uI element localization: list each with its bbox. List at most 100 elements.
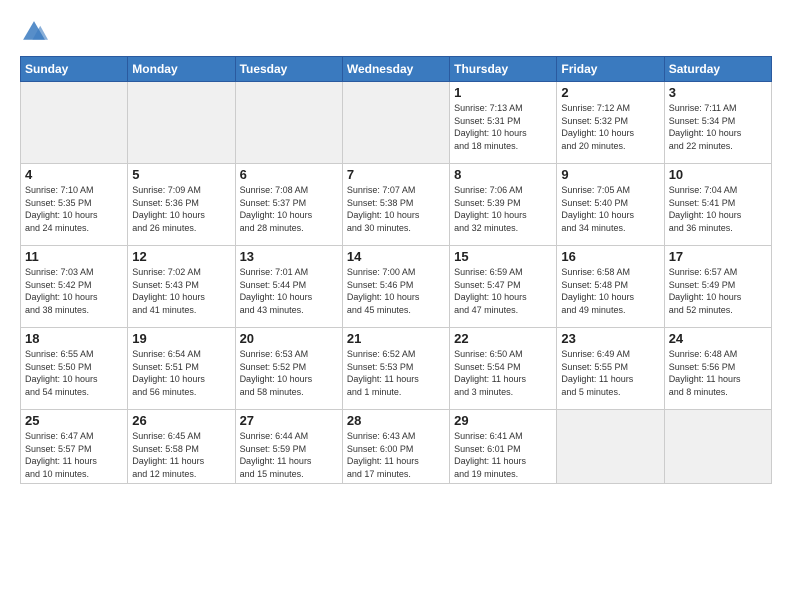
calendar-cell: 23 Sunrise: 6:49 AM Sunset: 5:55 PM Dayli… xyxy=(557,328,664,410)
day-info: Sunrise: 6:49 AM Sunset: 5:55 PM Dayligh… xyxy=(561,348,659,398)
col-header-friday: Friday xyxy=(557,57,664,82)
day-number: 23 xyxy=(561,331,659,346)
calendar-cell: 2 Sunrise: 7:12 AM Sunset: 5:32 PM Daylig… xyxy=(557,82,664,164)
header xyxy=(20,18,772,46)
calendar-row: 25 Sunrise: 6:47 AM Sunset: 5:57 PM Dayli… xyxy=(21,410,772,484)
day-number: 27 xyxy=(240,413,338,428)
day-number: 9 xyxy=(561,167,659,182)
day-info: Sunrise: 7:09 AM Sunset: 5:36 PM Dayligh… xyxy=(132,184,230,234)
day-number: 13 xyxy=(240,249,338,264)
day-info: Sunrise: 7:06 AM Sunset: 5:39 PM Dayligh… xyxy=(454,184,552,234)
calendar-table: SundayMondayTuesdayWednesdayThursdayFrid… xyxy=(20,56,772,484)
day-info: Sunrise: 6:43 AM Sunset: 6:00 PM Dayligh… xyxy=(347,430,445,480)
calendar-cell xyxy=(557,410,664,484)
day-number: 5 xyxy=(132,167,230,182)
calendar-cell: 3 Sunrise: 7:11 AM Sunset: 5:34 PM Daylig… xyxy=(664,82,771,164)
day-info: Sunrise: 7:08 AM Sunset: 5:37 PM Dayligh… xyxy=(240,184,338,234)
day-number: 15 xyxy=(454,249,552,264)
logo xyxy=(20,18,52,46)
calendar-cell xyxy=(342,82,449,164)
calendar-cell: 11 Sunrise: 7:03 AM Sunset: 5:42 PM Dayli… xyxy=(21,246,128,328)
calendar-cell: 8 Sunrise: 7:06 AM Sunset: 5:39 PM Daylig… xyxy=(450,164,557,246)
calendar-row: 1 Sunrise: 7:13 AM Sunset: 5:31 PM Daylig… xyxy=(21,82,772,164)
day-number: 8 xyxy=(454,167,552,182)
day-number: 2 xyxy=(561,85,659,100)
day-info: Sunrise: 6:55 AM Sunset: 5:50 PM Dayligh… xyxy=(25,348,123,398)
calendar-row: 4 Sunrise: 7:10 AM Sunset: 5:35 PM Daylig… xyxy=(21,164,772,246)
calendar-cell: 16 Sunrise: 6:58 AM Sunset: 5:48 PM Dayli… xyxy=(557,246,664,328)
day-number: 7 xyxy=(347,167,445,182)
day-info: Sunrise: 6:54 AM Sunset: 5:51 PM Dayligh… xyxy=(132,348,230,398)
calendar-row: 11 Sunrise: 7:03 AM Sunset: 5:42 PM Dayli… xyxy=(21,246,772,328)
calendar-cell xyxy=(128,82,235,164)
col-header-monday: Monday xyxy=(128,57,235,82)
day-info: Sunrise: 6:52 AM Sunset: 5:53 PM Dayligh… xyxy=(347,348,445,398)
day-info: Sunrise: 7:01 AM Sunset: 5:44 PM Dayligh… xyxy=(240,266,338,316)
calendar-cell: 25 Sunrise: 6:47 AM Sunset: 5:57 PM Dayli… xyxy=(21,410,128,484)
calendar-cell xyxy=(235,82,342,164)
col-header-tuesday: Tuesday xyxy=(235,57,342,82)
day-info: Sunrise: 7:13 AM Sunset: 5:31 PM Dayligh… xyxy=(454,102,552,152)
day-number: 3 xyxy=(669,85,767,100)
calendar-cell: 5 Sunrise: 7:09 AM Sunset: 5:36 PM Daylig… xyxy=(128,164,235,246)
day-info: Sunrise: 6:44 AM Sunset: 5:59 PM Dayligh… xyxy=(240,430,338,480)
day-info: Sunrise: 7:10 AM Sunset: 5:35 PM Dayligh… xyxy=(25,184,123,234)
day-number: 22 xyxy=(454,331,552,346)
col-header-thursday: Thursday xyxy=(450,57,557,82)
day-info: Sunrise: 7:00 AM Sunset: 5:46 PM Dayligh… xyxy=(347,266,445,316)
calendar-cell: 20 Sunrise: 6:53 AM Sunset: 5:52 PM Dayli… xyxy=(235,328,342,410)
calendar-row: 18 Sunrise: 6:55 AM Sunset: 5:50 PM Dayli… xyxy=(21,328,772,410)
calendar-cell: 24Sunrise: 6:48 AM Sunset: 5:56 PM Dayli… xyxy=(664,328,771,410)
day-info: Sunrise: 7:07 AM Sunset: 5:38 PM Dayligh… xyxy=(347,184,445,234)
day-info: Sunrise: 6:48 AM Sunset: 5:56 PM Dayligh… xyxy=(669,348,767,398)
calendar-cell: 6 Sunrise: 7:08 AM Sunset: 5:37 PM Daylig… xyxy=(235,164,342,246)
calendar-cell: 19 Sunrise: 6:54 AM Sunset: 5:51 PM Dayli… xyxy=(128,328,235,410)
day-number: 28 xyxy=(347,413,445,428)
logo-icon xyxy=(20,18,48,46)
day-info: Sunrise: 6:47 AM Sunset: 5:57 PM Dayligh… xyxy=(25,430,123,480)
calendar-cell: 21 Sunrise: 6:52 AM Sunset: 5:53 PM Dayli… xyxy=(342,328,449,410)
day-info: Sunrise: 7:04 AM Sunset: 5:41 PM Dayligh… xyxy=(669,184,767,234)
calendar-page: SundayMondayTuesdayWednesdayThursdayFrid… xyxy=(0,0,792,494)
day-info: Sunrise: 6:50 AM Sunset: 5:54 PM Dayligh… xyxy=(454,348,552,398)
day-info: Sunrise: 7:05 AM Sunset: 5:40 PM Dayligh… xyxy=(561,184,659,234)
day-number: 20 xyxy=(240,331,338,346)
calendar-cell: 26 Sunrise: 6:45 AM Sunset: 5:58 PM Dayli… xyxy=(128,410,235,484)
day-info: Sunrise: 7:12 AM Sunset: 5:32 PM Dayligh… xyxy=(561,102,659,152)
day-info: Sunrise: 7:03 AM Sunset: 5:42 PM Dayligh… xyxy=(25,266,123,316)
col-header-sunday: Sunday xyxy=(21,57,128,82)
day-number: 12 xyxy=(132,249,230,264)
calendar-cell xyxy=(664,410,771,484)
calendar-cell: 18 Sunrise: 6:55 AM Sunset: 5:50 PM Dayli… xyxy=(21,328,128,410)
day-info: Sunrise: 6:58 AM Sunset: 5:48 PM Dayligh… xyxy=(561,266,659,316)
day-number: 14 xyxy=(347,249,445,264)
header-row: SundayMondayTuesdayWednesdayThursdayFrid… xyxy=(21,57,772,82)
day-number: 25 xyxy=(25,413,123,428)
day-number: 26 xyxy=(132,413,230,428)
calendar-cell: 29Sunrise: 6:41 AM Sunset: 6:01 PM Dayli… xyxy=(450,410,557,484)
day-number: 1 xyxy=(454,85,552,100)
calendar-cell: 4 Sunrise: 7:10 AM Sunset: 5:35 PM Daylig… xyxy=(21,164,128,246)
calendar-cell: 14 Sunrise: 7:00 AM Sunset: 5:46 PM Dayli… xyxy=(342,246,449,328)
calendar-cell: 15Sunrise: 6:59 AM Sunset: 5:47 PM Dayli… xyxy=(450,246,557,328)
day-number: 6 xyxy=(240,167,338,182)
calendar-cell: 7 Sunrise: 7:07 AM Sunset: 5:38 PM Daylig… xyxy=(342,164,449,246)
day-number: 29 xyxy=(454,413,552,428)
calendar-cell: 12Sunrise: 7:02 AM Sunset: 5:43 PM Dayli… xyxy=(128,246,235,328)
day-number: 18 xyxy=(25,331,123,346)
day-info: Sunrise: 6:45 AM Sunset: 5:58 PM Dayligh… xyxy=(132,430,230,480)
day-number: 19 xyxy=(132,331,230,346)
day-number: 10 xyxy=(669,167,767,182)
day-number: 16 xyxy=(561,249,659,264)
col-header-wednesday: Wednesday xyxy=(342,57,449,82)
calendar-cell: 1 Sunrise: 7:13 AM Sunset: 5:31 PM Daylig… xyxy=(450,82,557,164)
day-info: Sunrise: 7:11 AM Sunset: 5:34 PM Dayligh… xyxy=(669,102,767,152)
day-number: 4 xyxy=(25,167,123,182)
calendar-cell: 17Sunrise: 6:57 AM Sunset: 5:49 PM Dayli… xyxy=(664,246,771,328)
day-number: 21 xyxy=(347,331,445,346)
calendar-cell: 9 Sunrise: 7:05 AM Sunset: 5:40 PM Daylig… xyxy=(557,164,664,246)
day-info: Sunrise: 6:53 AM Sunset: 5:52 PM Dayligh… xyxy=(240,348,338,398)
calendar-cell: 27 Sunrise: 6:44 AM Sunset: 5:59 PM Dayli… xyxy=(235,410,342,484)
col-header-saturday: Saturday xyxy=(664,57,771,82)
day-number: 11 xyxy=(25,249,123,264)
